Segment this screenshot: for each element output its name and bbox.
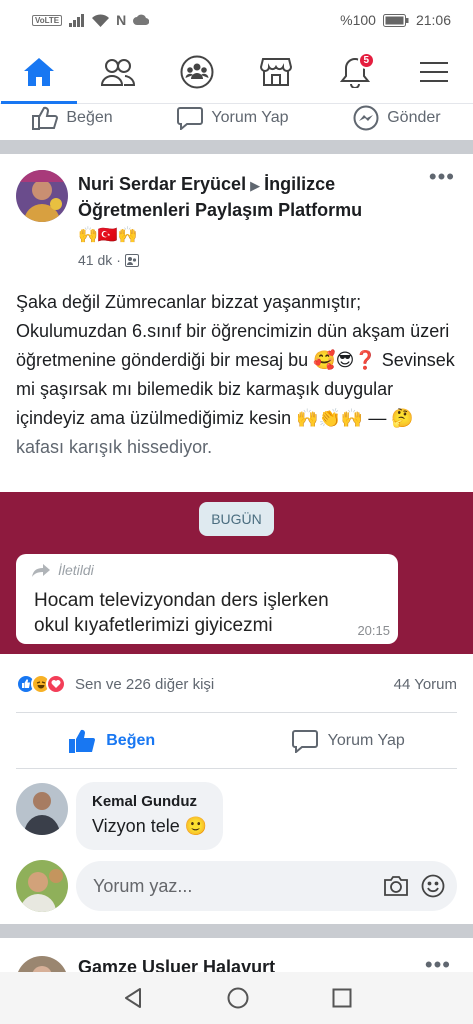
menu-icon <box>419 61 448 82</box>
forward-icon <box>32 563 50 577</box>
comment-author-avatar[interactable] <box>16 783 68 835</box>
chat-date-pill: BUGÜN <box>199 502 274 536</box>
prev-send-button[interactable]: Gönder <box>353 105 441 131</box>
friends-icon <box>101 58 136 86</box>
reaction-icons <box>16 674 66 694</box>
emoji-icon[interactable] <box>421 874 445 898</box>
post-time[interactable]: 41 dk <box>78 252 112 268</box>
comment-button[interactable]: Yorum Yap <box>291 729 405 753</box>
post-more-options-icon[interactable]: ••• <box>429 166 455 188</box>
group-emoji: 🙌🇹🇷🙌 <box>78 227 138 244</box>
comment-icon <box>177 107 204 130</box>
actions-divider <box>16 712 457 713</box>
group-audience-icon <box>124 253 139 267</box>
composer-avatar <box>16 860 68 912</box>
arrow-right-icon: ▶ <box>250 178 261 193</box>
nfc-icon: N <box>116 12 127 28</box>
reactions-text: Sen ve 226 diğer kişi <box>75 675 215 693</box>
marketplace-icon <box>259 57 292 86</box>
user-photo <box>16 860 68 912</box>
comment-input[interactable]: Yorum yaz... <box>76 861 457 911</box>
nav-marketplace[interactable] <box>244 42 308 102</box>
top-nav: 5 <box>0 40 473 104</box>
author-avatar[interactable] <box>16 170 68 222</box>
forwarded-label: İletildi <box>32 562 94 578</box>
post-feeling: kafası karışık hissediyor. <box>16 437 213 457</box>
back-icon[interactable] <box>122 987 144 1009</box>
recents-icon[interactable] <box>332 988 352 1008</box>
prev-like-button[interactable]: Beğen <box>32 106 113 130</box>
like-filled-icon <box>69 729 96 753</box>
post-author[interactable]: Nuri Serdar Eryücel <box>78 174 246 194</box>
commenter-photo <box>16 783 68 835</box>
next-post-more-icon[interactable]: ••• <box>425 954 451 976</box>
clock: 21:06 <box>415 12 451 28</box>
love-reaction-icon <box>46 674 66 694</box>
groups-icon <box>180 55 214 88</box>
post-actions: Beğen Yorum Yap <box>0 718 473 764</box>
status-bar: VoLTE N %100 21:06 <box>0 0 473 40</box>
comment-input-placeholder: Yorum yaz... <box>93 875 193 896</box>
home-circle-icon[interactable] <box>227 987 249 1009</box>
signal-icon <box>69 13 85 27</box>
wifi-icon <box>92 13 110 27</box>
nav-notifications[interactable]: 5 <box>323 42 387 102</box>
messenger-icon <box>353 105 379 131</box>
battery-percent: %100 <box>340 12 376 28</box>
notifications-badge: 5 <box>357 51 375 69</box>
home-icon <box>24 57 55 86</box>
nav-home[interactable] <box>1 42 78 104</box>
cloud-icon <box>133 14 150 26</box>
post-meta: 41 dk · <box>78 252 139 268</box>
nav-groups[interactable] <box>165 42 229 102</box>
comments-count[interactable]: 44 Yorum <box>394 676 457 693</box>
prev-comment-button[interactable]: Yorum Yap <box>177 106 288 130</box>
comment-text: Vizyon tele 🙂 <box>92 816 208 836</box>
post-image[interactable]: BUGÜN İletildi Hocam televizyondan ders … <box>0 492 473 654</box>
comment-author[interactable]: Kemal Gunduz <box>92 792 207 812</box>
comments-divider <box>16 768 457 769</box>
battery-icon <box>382 13 409 27</box>
chat-message-time: 20:15 <box>357 623 390 638</box>
prev-post-actions: Beğen Yorum Yap Gönder <box>0 96 473 140</box>
like-button[interactable]: Beğen <box>68 728 155 754</box>
feed-separator-2 <box>0 924 473 938</box>
author-photo <box>16 170 68 222</box>
nav-menu[interactable] <box>402 42 466 102</box>
feed-separator <box>0 140 473 154</box>
chat-message-bubble: İletildi Hocam televizyondan ders işlerk… <box>16 554 398 644</box>
chat-message-text: Hocam televizyondan ders işlerken okul k… <box>34 590 329 636</box>
volte-indicator: VoLTE <box>32 14 63 26</box>
reactions-summary: Sen ve 226 diğer kişi 44 Yorum <box>16 670 457 698</box>
post-author-line: Nuri Serdar Eryücel ▶ İngilizce Öğretmenle… <box>78 172 418 248</box>
comment-icon <box>291 730 318 753</box>
post-text: Şaka değil Zümrecanlar bizzat yaşanmıştı… <box>16 292 455 457</box>
camera-icon[interactable] <box>383 875 409 897</box>
like-icon <box>32 106 59 130</box>
comment-bubble: Kemal Gunduz Vizyon tele 🙂 <box>76 782 224 850</box>
android-nav-bar <box>0 972 473 1024</box>
nav-friends[interactable] <box>86 42 150 102</box>
